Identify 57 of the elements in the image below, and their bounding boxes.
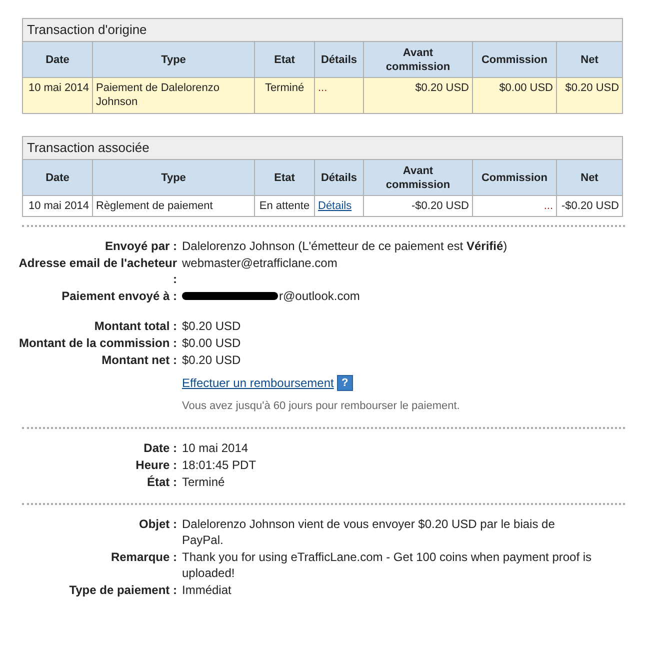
field-value: Dalelorenzo Johnson vient de vous envoyer $0.20 USD par le biais de PayPal. <box>182 516 556 548</box>
table-cell: Terminé <box>254 78 314 114</box>
column-header: Type <box>92 42 254 78</box>
column-header: Commission <box>472 160 556 196</box>
field-label: Remarque : <box>110 549 178 565</box>
field-label: Montant net : <box>100 352 178 368</box>
help-icon[interactable]: ? <box>336 375 353 391</box>
field-label: Paiement envoyé à : <box>60 288 178 304</box>
table-cell: 10 mai 2014 <box>22 196 92 216</box>
column-header: Net <box>556 42 623 78</box>
field-value: Immédiat <box>182 582 232 598</box>
column-header: Etat <box>254 42 314 78</box>
ellipsis-text: ... <box>318 82 328 94</box>
column-header: Avant commission <box>364 42 472 78</box>
field-label: Adresse email de l'acheteur : <box>18 255 178 287</box>
column-header: Date <box>22 42 92 78</box>
ellipsis-text: ... <box>544 200 553 212</box>
field-value: webmaster@etrafficlane.com <box>182 255 338 271</box>
field-value: Dalelorenzo Johnson (L'émetteur de ce paiement est Vérifié) <box>182 238 508 254</box>
field-value: $0.00 USD <box>182 335 241 351</box>
field-label: Montant de la commission : <box>18 335 178 351</box>
field-value: $0.20 USD <box>182 318 241 334</box>
table-cell: $0.00 USD <box>472 78 556 114</box>
field-label: Objet : <box>138 516 178 532</box>
refund-note: Vous avez jusqu'à 60 jours pour rembourser le paiement. <box>182 399 460 414</box>
column-header: Etat <box>254 160 314 196</box>
field-label: Envoyé par : <box>104 238 178 254</box>
column-header: Détails <box>314 160 364 196</box>
field-value: Terminé <box>182 474 225 490</box>
table-cell: -$0.20 USD <box>556 196 622 216</box>
field-label: Montant total : <box>93 318 178 334</box>
table-cell: $0.20 USD <box>364 78 472 114</box>
field-label: Date : <box>142 440 178 456</box>
field-value: Thank you for using eTrafficLane.com - Get 100 coins when payment proof is uploaded! <box>182 549 592 581</box>
table-cell: En attente <box>254 196 314 216</box>
field-label: Type de paiement : <box>68 582 178 598</box>
column-header: Commission <box>472 42 556 78</box>
table-cell: -$0.20 USD <box>364 196 472 216</box>
table-cell: $0.20 USD <box>556 78 623 114</box>
table-cell: Paiement de Dalelorenzo Johnson <box>92 78 254 114</box>
table-cell: Règlement de paiement <box>92 196 254 216</box>
field-value: r@outlook.com <box>279 288 360 304</box>
column-header: Détails <box>314 42 364 78</box>
refund-link[interactable]: Effectuer un remboursement <box>182 375 334 391</box>
field-value: 18:01:45 PDT <box>182 457 256 473</box>
field-value: $0.20 USD <box>182 352 241 368</box>
field-label: État : <box>146 474 178 490</box>
column-header: Type <box>92 160 254 196</box>
details-link[interactable]: Détails <box>318 200 352 212</box>
column-header: Avant commission <box>364 160 472 196</box>
table-cell: 10 mai 2014 <box>22 78 92 114</box>
column-header: Date <box>22 160 92 196</box>
table-title: Transaction associée <box>22 136 622 160</box>
column-header: Net <box>556 160 622 196</box>
field-label: Heure : <box>134 457 178 473</box>
field-value: 10 mai 2014 <box>182 440 248 456</box>
table-title: Transaction d'origine <box>22 18 623 42</box>
